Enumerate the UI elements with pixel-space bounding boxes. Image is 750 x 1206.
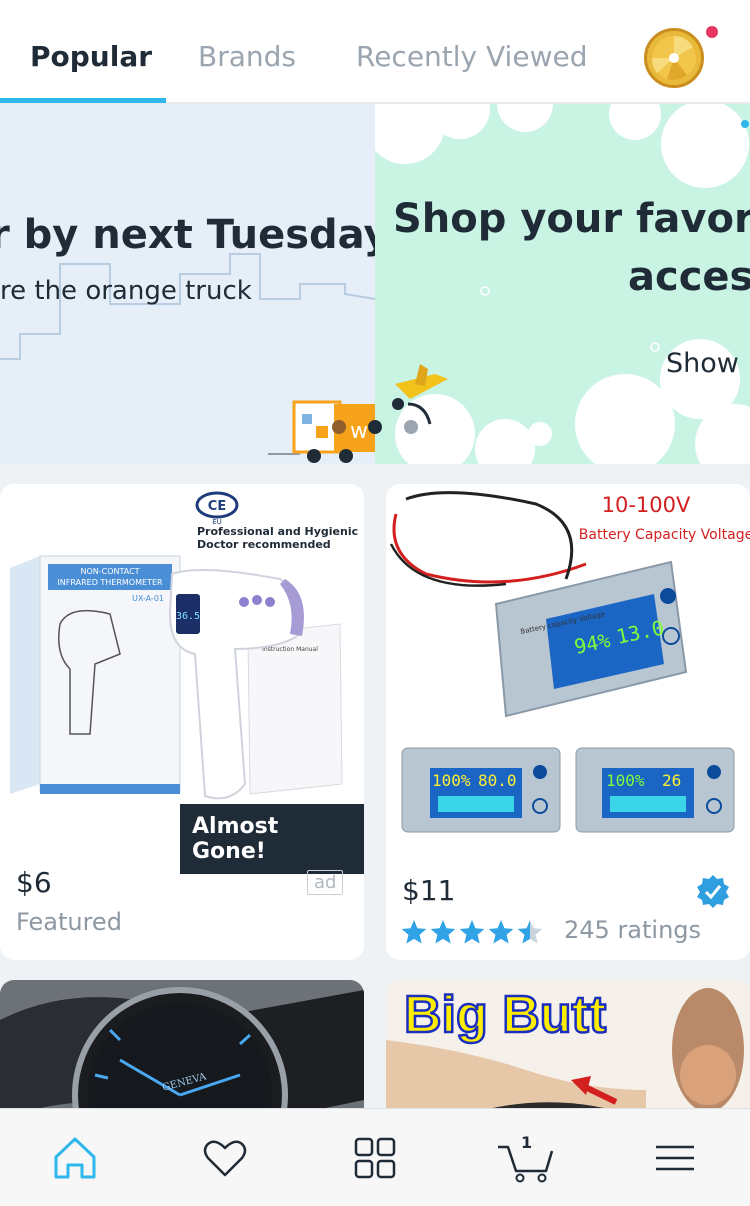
rating-star (430, 920, 456, 944)
banner-title: r by next Tuesday! (0, 212, 375, 258)
thermometer-display: 36.5 (176, 611, 200, 622)
rating-star (401, 920, 427, 944)
ratings-count: 245 ratings (564, 916, 702, 944)
banner-subtitle: re the orange truck (0, 276, 252, 306)
page-dot[interactable] (332, 420, 346, 434)
manual-label: Instruction Manual (262, 646, 318, 653)
rating-star (517, 920, 543, 944)
avatar[interactable] (644, 28, 704, 88)
product-card-thermometer[interactable]: CE EU Professional and Hygienic Doctor r… (0, 484, 364, 960)
product-image-battery-meter: 10-100V Battery Capacity Voltage 94% 13.… (386, 484, 750, 844)
banner-shipping[interactable]: r by next Tuesday! re the orange truck w (0, 104, 375, 464)
featured-label: Featured (16, 908, 122, 936)
banner-pagination (332, 420, 418, 434)
small2-temp: 26 (662, 771, 681, 790)
small1-percent: 100% (432, 771, 471, 790)
tab-brands[interactable]: Brands (198, 40, 296, 73)
tab-popular[interactable]: Popular (30, 40, 152, 73)
box-title-2: INFRARED THERMOMETER (57, 578, 163, 587)
product-price: $6 (16, 866, 52, 899)
active-tab-indicator (0, 98, 166, 103)
bottom-navigation: 1 (0, 1108, 750, 1206)
top-tab-bar: Popular Brands Recently Viewed (0, 0, 750, 104)
box-title-1: NON-CONTACT (80, 567, 139, 576)
box-model: UX-A-01 (132, 594, 164, 603)
voltage-range: 10-100V (602, 493, 691, 517)
product-price: $11 (402, 874, 456, 907)
tagline-2: Doctor recommended (197, 538, 331, 551)
page-dot-active[interactable] (368, 420, 382, 434)
tab-recently-viewed[interactable]: Recently Viewed (356, 40, 587, 73)
ad-tag: ad (307, 870, 344, 895)
cert-text: CE (208, 499, 226, 514)
star-rating (401, 920, 543, 944)
image-caption: Battery Capacity Voltage (579, 527, 750, 543)
tagline-1: Professional and Hygienic (197, 525, 358, 538)
rating-star (488, 920, 514, 944)
home-icon[interactable] (50, 1133, 100, 1183)
small2-percent: 100% (606, 771, 645, 790)
rating-star (459, 920, 485, 944)
cart-count-badge: 1 (521, 1133, 533, 1152)
image-headline: Big Butt (404, 986, 606, 1044)
categories-grid-icon[interactable] (350, 1133, 400, 1183)
banner-b-title-line1: Shop your favorit (393, 196, 750, 242)
small1-voltage: 80.0 (478, 771, 517, 790)
heart-icon[interactable] (200, 1133, 250, 1183)
product-image-thermometer: CE EU Professional and Hygienic Doctor r… (0, 484, 364, 844)
menu-icon[interactable] (650, 1133, 700, 1183)
app-screen: Popular Brands Recently Viewed r by next… (0, 0, 750, 1206)
product-card-battery-meter[interactable]: 10-100V Battery Capacity Voltage 94% 13.… (386, 484, 750, 960)
verified-check-icon (697, 875, 729, 908)
banner-b-title-line2: acces (628, 254, 750, 300)
page-dot[interactable] (404, 420, 418, 434)
notification-dot (706, 26, 718, 38)
almost-gone-badge: Almost Gone! (180, 804, 364, 874)
banner-shop-favorites[interactable]: Shop your favorit acces Show I (375, 104, 750, 464)
avatar-icon (651, 36, 696, 80)
banner-b-link[interactable]: Show I (666, 348, 750, 379)
